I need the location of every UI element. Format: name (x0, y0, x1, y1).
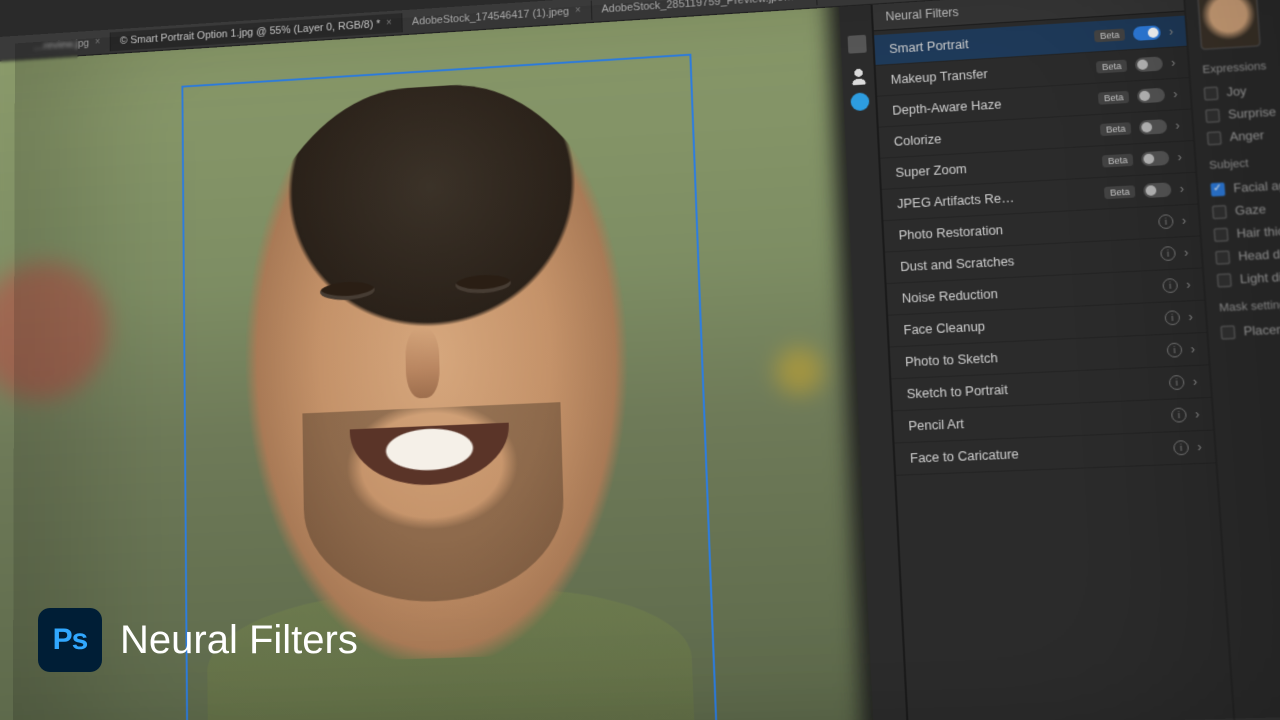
chevron-right-icon: › (1175, 118, 1180, 132)
checkbox-icon[interactable] (1204, 86, 1219, 100)
beta-badge: Beta (1098, 91, 1129, 105)
chevron-right-icon: › (1197, 440, 1202, 455)
filter-name: JPEG Artifacts Re… (897, 186, 1097, 211)
filter-name: Pencil Art (908, 408, 1163, 433)
filter-name: Face to Caricature (910, 441, 1166, 466)
checkbox-icon[interactable] (1215, 250, 1230, 264)
chevron-right-icon: › (1188, 310, 1193, 325)
filter-name: Makeup Transfer (890, 61, 1088, 87)
setting-label: Head direction (1238, 245, 1280, 264)
setting-label: Gaze (1234, 202, 1266, 218)
filter-toggle[interactable] (1143, 182, 1172, 198)
section-label: Mask settings (1219, 296, 1280, 315)
filter-name: Face Cleanup (903, 311, 1157, 337)
beta-badge: Beta (1094, 28, 1125, 42)
chevron-right-icon: › (1171, 56, 1176, 70)
close-icon[interactable]: × (575, 5, 581, 16)
beta-badge: Beta (1104, 185, 1135, 199)
filter-toggle[interactable] (1133, 25, 1161, 41)
info-icon[interactable]: i (1169, 375, 1185, 390)
filter-name: Photo to Sketch (905, 344, 1159, 370)
filter-name: Sketch to Portrait (906, 376, 1161, 402)
info-icon[interactable]: i (1173, 440, 1189, 455)
close-icon[interactable]: × (800, 0, 806, 1)
info-icon[interactable]: i (1171, 407, 1187, 422)
chevron-right-icon: › (1186, 277, 1191, 292)
setting-label: Hair thickness (1236, 222, 1280, 241)
checkbox-icon[interactable] (1212, 205, 1227, 219)
subject-nose (405, 327, 440, 399)
chevron-right-icon: › (1190, 342, 1195, 357)
info-icon[interactable]: i (1162, 278, 1178, 293)
info-icon[interactable]: i (1160, 246, 1176, 261)
beta-badge: Beta (1102, 154, 1133, 168)
checkbox-icon[interactable] (1217, 273, 1232, 287)
checkbox-icon[interactable] (1207, 131, 1222, 145)
active-dot-icon (850, 92, 869, 111)
filter-name: Dust and Scratches (900, 247, 1153, 274)
section-label: Expressions (1202, 56, 1280, 76)
chevron-right-icon: › (1169, 24, 1174, 38)
setting-label: Placement (1243, 321, 1280, 338)
setting-label: Joy (1226, 84, 1247, 99)
checkbox-icon[interactable] (1220, 325, 1235, 339)
photoshop-logo: Ps (38, 608, 102, 672)
filter-name: Noise Reduction (902, 279, 1155, 306)
filter-name: Depth-Aware Haze (892, 92, 1091, 118)
filter-toggle[interactable] (1141, 151, 1170, 167)
filter-toggle[interactable] (1137, 88, 1165, 104)
filter-name: Photo Restoration (898, 215, 1150, 242)
chevron-right-icon: › (1184, 245, 1189, 260)
info-icon[interactable]: i (1158, 214, 1174, 229)
face-thumbnail[interactable] (1197, 0, 1261, 50)
person-icon[interactable] (849, 66, 868, 85)
feature-title: Neural Filters (120, 618, 358, 663)
checkbox-icon[interactable] (1214, 227, 1229, 241)
beta-badge: Beta (1100, 122, 1131, 136)
chevron-right-icon: › (1181, 213, 1186, 228)
setting-label: Surprise (1228, 105, 1277, 122)
chevron-right-icon: › (1195, 407, 1200, 422)
grid-icon[interactable] (847, 35, 866, 54)
logo-text: Ps (53, 623, 88, 657)
filter-name: Smart Portrait (889, 30, 1087, 56)
section-label: Subject (1209, 152, 1280, 172)
filter-name: Super Zoom (895, 155, 1095, 180)
info-icon[interactable]: i (1166, 342, 1182, 357)
setting-label: Facial age (1233, 178, 1280, 196)
setting-row[interactable]: Placement (1220, 315, 1280, 344)
setting-label: Anger (1229, 128, 1264, 144)
setting-row[interactable]: Facial age (1210, 171, 1280, 201)
tab-label: AdobeStock_174546417 (1).jpeg (412, 5, 569, 27)
checkbox-icon[interactable] (1205, 108, 1220, 122)
branding-overlay: Ps Neural Filters (38, 608, 358, 672)
filter-toggle[interactable] (1135, 56, 1163, 72)
chevron-right-icon: › (1173, 87, 1178, 101)
setting-label: Light direction (1239, 268, 1280, 287)
info-icon[interactable]: i (1164, 310, 1180, 325)
close-icon[interactable]: × (386, 18, 392, 29)
chevron-right-icon: › (1177, 150, 1182, 165)
checkbox-icon[interactable] (1210, 182, 1225, 196)
filter-name: Colorize (894, 123, 1093, 148)
neural-filters-panel: Neural Filters Smart PortraitBeta›Makeup… (839, 0, 1280, 720)
beta-badge: Beta (1096, 60, 1127, 74)
chevron-right-icon: › (1192, 374, 1197, 389)
chevron-right-icon: › (1179, 182, 1184, 197)
filter-list: Neural Filters Smart PortraitBeta›Makeup… (872, 0, 1235, 720)
filter-toggle[interactable] (1139, 119, 1168, 135)
